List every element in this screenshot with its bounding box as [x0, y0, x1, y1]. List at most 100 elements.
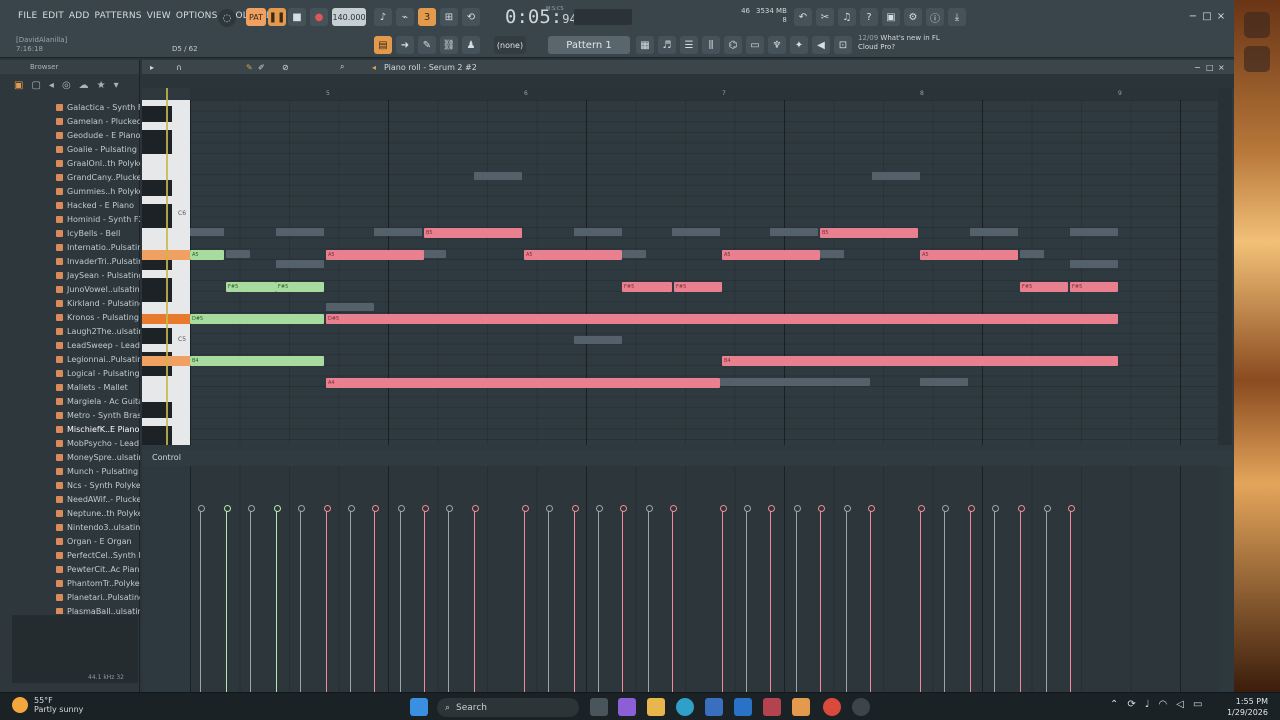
cloud-icon[interactable]: ☁ [79, 80, 89, 91]
overview-scrollbar[interactable] [142, 74, 1234, 88]
preset-item[interactable]: Kronos - Pulsating [0, 310, 140, 324]
velocity-bar[interactable] [274, 505, 281, 692]
menu-edit[interactable]: EDIT [42, 11, 64, 21]
sync-tray-icon[interactable]: ⟳ [1127, 699, 1135, 710]
velocity-bar[interactable] [768, 505, 775, 692]
preset-item[interactable]: Gamelan - Plucked [0, 114, 140, 128]
note[interactable]: B5 [820, 228, 918, 238]
weather-widget[interactable]: 55°F Partly sunny [12, 696, 83, 714]
undo-icon[interactable]: ↶ [794, 8, 812, 26]
preset-item[interactable]: Metro - Synth Brass [0, 408, 140, 422]
app-icon-shortcut-1[interactable] [1244, 12, 1270, 38]
metronome-icon[interactable]: ♪ [374, 8, 392, 26]
loop-record-icon[interactable]: ⟲ [462, 8, 480, 26]
menu-options[interactable]: OPTIONS [176, 11, 218, 21]
pr-minimize-icon[interactable]: − [1194, 63, 1201, 72]
cut-icon[interactable]: ✂ [816, 8, 834, 26]
obs-icon[interactable] [852, 698, 870, 716]
mic-tray-icon[interactable]: ♩ [1145, 699, 1150, 710]
piano-roll-icon[interactable]: ♬ [658, 36, 676, 54]
cart-icon[interactable]: ⊡ [834, 36, 852, 54]
velocity-bar[interactable] [596, 505, 603, 692]
folder-icon[interactable]: ▣ [14, 80, 23, 91]
preset-item[interactable]: PhantomTr..Polykey [0, 576, 140, 590]
note[interactable]: F#5 [622, 282, 672, 292]
pause-icon[interactable]: ❚❚ [268, 8, 286, 26]
preset-item[interactable]: Mallets - Mallet [0, 380, 140, 394]
preset-item[interactable]: Laugh2The..ulsating [0, 324, 140, 338]
note[interactable]: A5 [722, 250, 820, 260]
plugin-icon[interactable]: ⚙ [904, 8, 922, 26]
velocity-bar[interactable] [744, 505, 751, 692]
velocity-bar[interactable] [298, 505, 305, 692]
note[interactable]: F#5 [1070, 282, 1118, 292]
arrow-icon[interactable]: ➜ [396, 36, 414, 54]
velocity-bar[interactable] [522, 505, 529, 692]
velocity-bar[interactable] [546, 505, 553, 692]
playhead[interactable] [166, 88, 168, 445]
close-icon[interactable]: × [1214, 9, 1228, 23]
volume-icon[interactable]: ◁ [1176, 699, 1184, 710]
wifi-icon[interactable]: ◠ [1159, 699, 1168, 710]
preset-item[interactable]: Geodude - E Piano [0, 128, 140, 142]
snap-select[interactable]: (none) [494, 36, 526, 54]
start-icon[interactable] [410, 698, 428, 716]
preset-item[interactable]: GrandCany..Plucked [0, 170, 140, 184]
menu-patterns[interactable]: PATTERNS [95, 11, 142, 21]
note[interactable]: F#5 [1020, 282, 1068, 292]
preset-item[interactable]: Hominid - Synth FX [0, 212, 140, 226]
news-panel[interactable]: 12/09 What's new in FL Cloud Pro? [858, 34, 948, 52]
preset-item[interactable]: Internatio..Pulsating [0, 240, 140, 254]
preset-item[interactable]: IcyBells - Bell [0, 226, 140, 240]
velocity-bar[interactable] [398, 505, 405, 692]
note[interactable]: A5 [326, 250, 424, 260]
velocity-bar[interactable] [918, 505, 925, 692]
preset-item[interactable]: MoneySpre..ulsating [0, 450, 140, 464]
wait-input-icon[interactable]: ⌁ [396, 8, 414, 26]
velocity-bar[interactable] [844, 505, 851, 692]
browser-toggle-icon[interactable]: ▤ [374, 36, 392, 54]
clock[interactable]: 1:55 PM 1/29/2026 [1227, 696, 1268, 718]
control-label[interactable]: Control [152, 453, 181, 462]
file-explorer-icon[interactable] [647, 698, 665, 716]
preset-item[interactable]: MobPsycho - Lead [0, 436, 140, 450]
note[interactable]: F#5 [276, 282, 324, 292]
velocity-bar[interactable] [446, 505, 453, 692]
note[interactable]: B5 [424, 228, 522, 238]
download-icon[interactable]: ⤓ [948, 8, 966, 26]
countdown-icon[interactable]: 3 [418, 8, 436, 26]
preview-waveform[interactable]: 44.1 kHz 32 [12, 615, 138, 683]
velocity-bar[interactable] [1044, 505, 1051, 692]
pencil-icon[interactable]: ✎ [418, 36, 436, 54]
preset-item[interactable]: Kirkland - Pulsating [0, 296, 140, 310]
game-icon[interactable] [763, 698, 781, 716]
preset-item[interactable]: JaySean - Pulsating [0, 268, 140, 282]
app-icon-shortcut-2[interactable] [1244, 46, 1270, 72]
battery-icon[interactable]: ▭ [1193, 699, 1202, 710]
project-icon[interactable]: ▭ [746, 36, 764, 54]
fl-studio-icon[interactable] [792, 698, 810, 716]
preset-item[interactable]: Galactica - Synth FX [0, 100, 140, 114]
velocity-bar[interactable] [1018, 505, 1025, 692]
velocity-bar[interactable] [868, 505, 875, 692]
channel-arrow-icon[interactable]: ◂ [372, 63, 376, 72]
paint-tool-icon[interactable]: ✐ [258, 63, 265, 72]
record-mode-icon[interactable]: ◌ [218, 9, 236, 27]
mail-icon[interactable] [734, 698, 752, 716]
velocity-bar[interactable] [348, 505, 355, 692]
preset-item[interactable]: NeedAWif..- Plucked [0, 492, 140, 506]
velocity-bar[interactable] [422, 505, 429, 692]
preset-item[interactable]: Ncs - Synth Polykey [0, 478, 140, 492]
stamp-icon[interactable]: ♟ [462, 36, 480, 54]
note[interactable]: D#5 [190, 314, 324, 324]
preset-item[interactable]: Nintendo3..ulsating [0, 520, 140, 534]
pat-song-toggle[interactable]: PAT [246, 8, 266, 26]
note[interactable]: F#5 [226, 282, 276, 292]
preset-item[interactable]: JunoVowel..ulsating [0, 282, 140, 296]
tuning-icon[interactable]: ♆ [768, 36, 786, 54]
search-box[interactable]: ⌕ Search [437, 698, 579, 717]
velocity-lane[interactable] [190, 466, 1220, 692]
preset-item[interactable]: PewterCit..Ac Piano [0, 562, 140, 576]
chrome-icon[interactable] [823, 698, 841, 716]
velocity-bar[interactable] [794, 505, 801, 692]
